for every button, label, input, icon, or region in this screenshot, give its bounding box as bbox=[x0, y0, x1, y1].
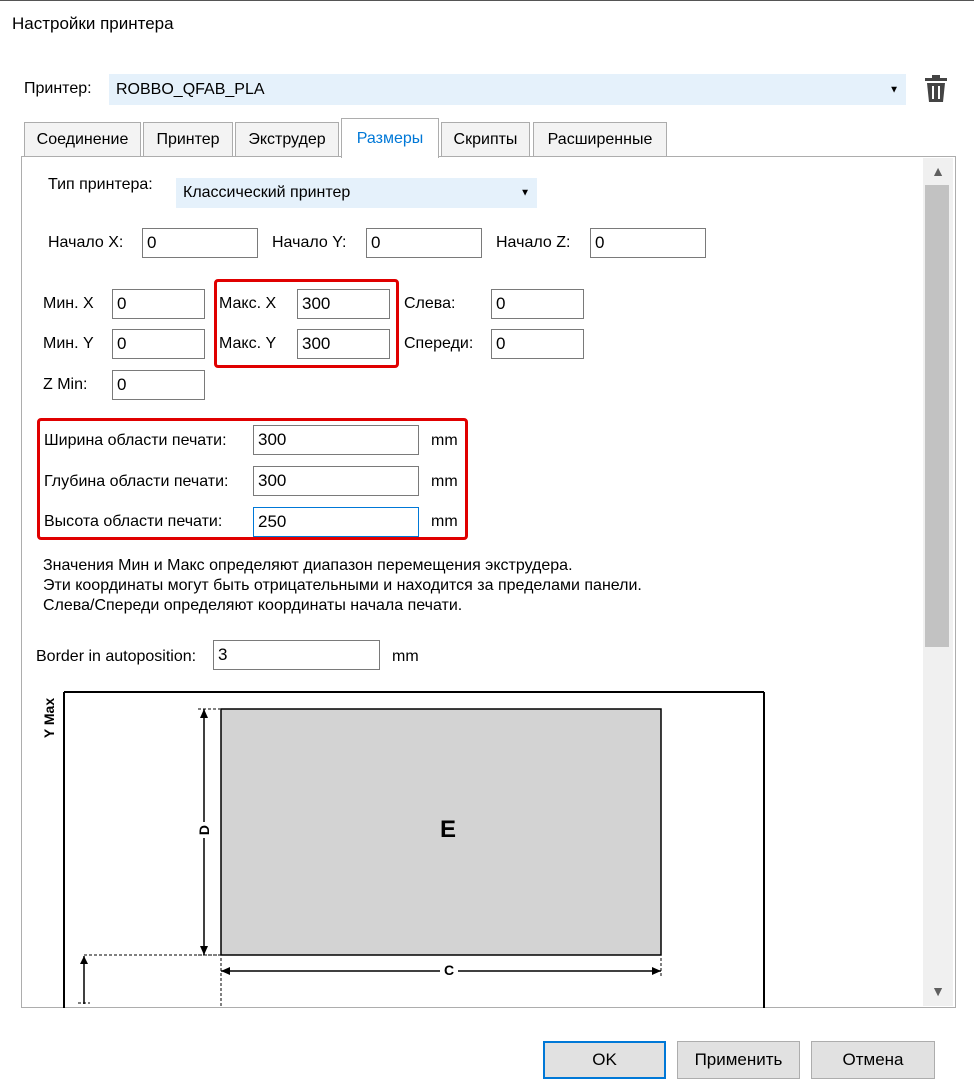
depth-label-box: D bbox=[196, 822, 212, 840]
apply-button[interactable]: Применить bbox=[677, 1041, 800, 1079]
tab-dimensions[interactable]: Размеры bbox=[341, 118, 439, 158]
print-area-diagram bbox=[63, 691, 765, 1008]
ok-button[interactable]: OK bbox=[543, 1041, 666, 1079]
y-max-label-box: Y Max bbox=[37, 696, 59, 744]
y-max-label: Y Max bbox=[41, 697, 57, 739]
scrollbar-thumb[interactable] bbox=[925, 185, 949, 647]
scroll-down-icon[interactable]: ▼ bbox=[923, 978, 953, 1004]
scroll-up-icon[interactable]: ▲ bbox=[923, 158, 953, 184]
depth-label: D bbox=[196, 822, 212, 838]
cancel-button[interactable]: Отмена bbox=[811, 1041, 935, 1079]
print-area-label: E bbox=[439, 816, 456, 843]
width-label: C bbox=[440, 962, 458, 978]
